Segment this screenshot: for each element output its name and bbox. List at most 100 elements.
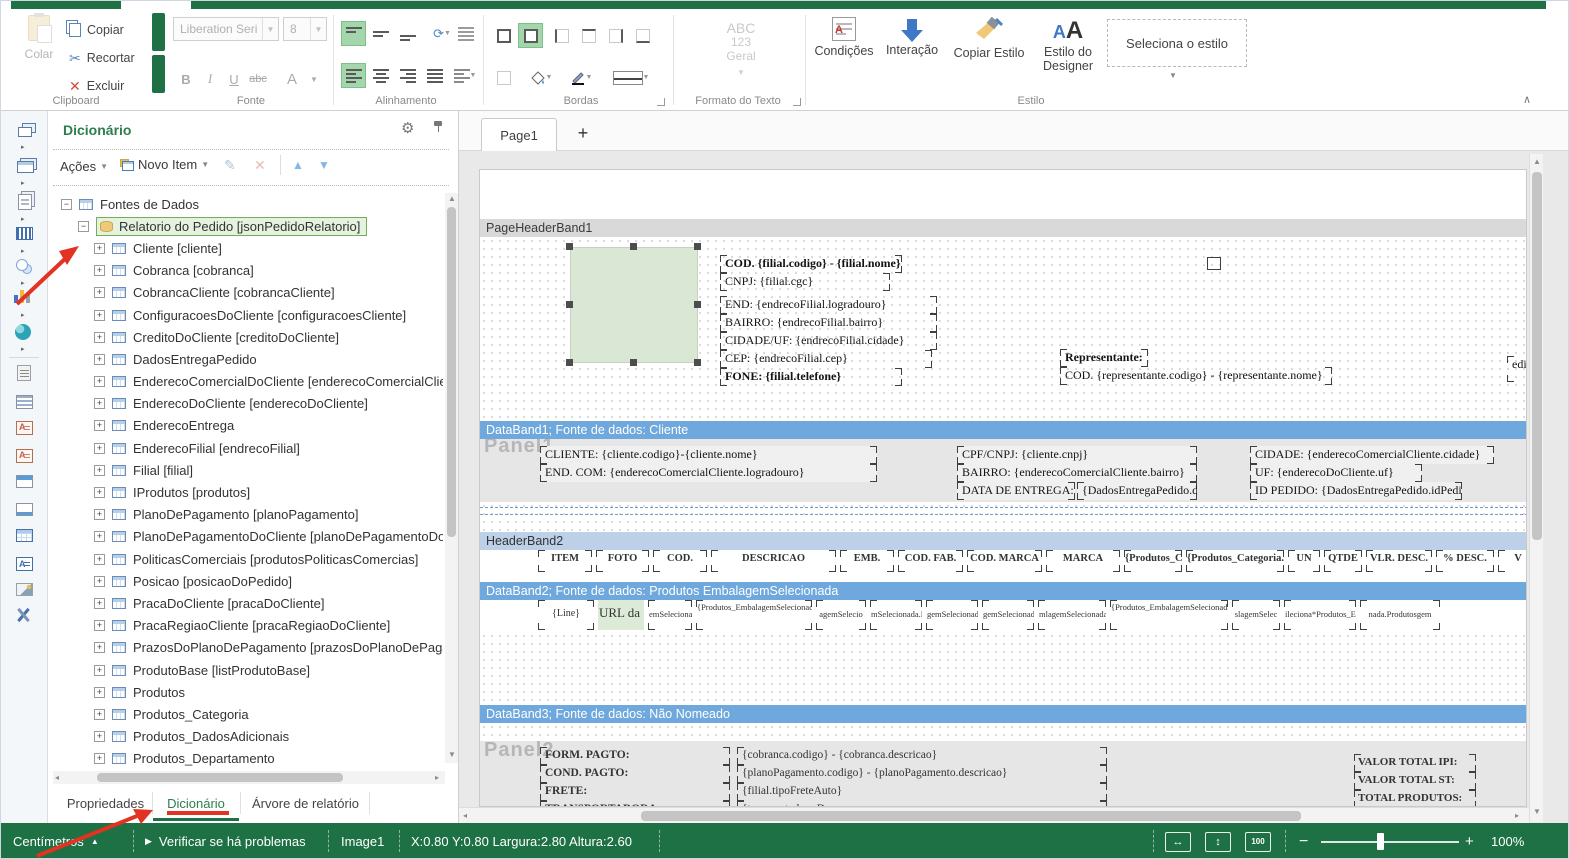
column-header-cell[interactable]: UN — [1288, 550, 1320, 572]
tree-item-row[interactable]: ConfiguracoesDoCliente [configuracoesCli… — [53, 304, 443, 326]
column-header-cell[interactable]: COD. MARCA — [967, 550, 1042, 572]
tree-item-label[interactable]: CobrancaCliente [cobrancaCliente] — [133, 285, 335, 300]
column-header-cell[interactable]: ITEM — [538, 550, 592, 572]
paste-button[interactable]: Colar — [15, 15, 63, 61]
tree-datasource-row[interactable]: Relatorio do Pedido [jsonPedidoRelatorio… — [53, 215, 443, 237]
data-cell[interactable]: gemSelecionada.Dad — [982, 600, 1034, 630]
tab-dictionary[interactable]: Dicionário — [153, 787, 239, 819]
align-left-button[interactable] — [341, 63, 366, 88]
tree-item-row[interactable]: ProdutoBase [listProdutoBase] — [53, 659, 443, 681]
line-spacing-button[interactable]: ▼ — [449, 63, 481, 88]
tree-item-label[interactable]: PlanoDePagamento [planoPagamento] — [133, 507, 359, 522]
data-cell[interactable]: {Line} — [538, 600, 594, 630]
bands-component-button[interactable] — [14, 123, 34, 141]
page-header-band-bar[interactable]: PageHeaderBand1 — [480, 219, 1527, 237]
delete-item-button[interactable]: ✕ — [254, 157, 266, 174]
conditions-button[interactable]: Condições — [813, 17, 875, 58]
tree-item-row[interactable]: CreditoDoCliente [creditoDoCliente] — [53, 326, 443, 348]
data-cell[interactable]: {Produtos_EmbalagemSelecionada.Fornecedo… — [1110, 600, 1228, 630]
data-cell[interactable]: {Produtos_EmbalagemSelecionada.Produtos.… — [696, 600, 812, 630]
column-header-cell[interactable]: QTDE — [1324, 550, 1362, 572]
html-text-component-button[interactable] — [14, 447, 34, 465]
resize-handle[interactable] — [694, 243, 701, 250]
units-selector[interactable]: Centímetros▲ — [13, 823, 99, 859]
text-field[interactable]: edi — [1507, 356, 1527, 382]
expand-icon[interactable] — [94, 376, 105, 387]
data-cell[interactable]: emSeleciona — [648, 600, 692, 630]
tools-component-button[interactable] — [14, 607, 32, 623]
border-right-button[interactable] — [603, 23, 628, 48]
tree-item-row[interactable]: PlanoDePagamentoDoCliente [planoDePagame… — [53, 526, 443, 548]
expand-icon[interactable] — [94, 598, 105, 609]
row-value[interactable]: {filial.tipoFreteAuto} — [737, 783, 1107, 801]
zoom-out-button[interactable]: − — [1299, 823, 1308, 859]
copy-button[interactable]: Copiar — [69, 23, 124, 37]
tree-item-row[interactable]: EnderecoEntrega — [53, 415, 443, 437]
tree-item-label[interactable]: Cobranca [cobranca] — [133, 263, 254, 278]
expand-icon[interactable] — [94, 287, 105, 298]
tree-item-row[interactable]: Produtos_Categoria — [53, 703, 443, 725]
tree-item-label[interactable]: Posicao [posicaoDoPedido] — [133, 574, 292, 589]
expand-icon[interactable] — [94, 332, 105, 343]
text-field[interactable]: COD. {filial.codigo} - {filial.nome} — [720, 255, 902, 273]
expand-icon[interactable] — [94, 709, 105, 720]
tree-item-label[interactable]: IProdutos [produtos] — [133, 485, 250, 500]
expand-icon[interactable] — [94, 420, 105, 431]
zoom-slider[interactable] — [1321, 841, 1459, 843]
barcode-component-button[interactable] — [14, 225, 34, 243]
tree-item-label[interactable]: Cliente [cliente] — [133, 241, 222, 256]
tree-item-row[interactable]: CobrancaCliente [cobrancaCliente] — [53, 282, 443, 304]
fit-page-width-button[interactable]: ↔ — [1165, 832, 1191, 852]
tree-item-row[interactable]: Filial [filial] — [53, 459, 443, 481]
border-all-button[interactable] — [491, 23, 516, 48]
border-left-button[interactable] — [549, 23, 574, 48]
move-up-button[interactable]: ▲ — [292, 158, 304, 172]
pin-icon[interactable] — [434, 121, 442, 132]
check-problems-button[interactable]: ▶ Verificar se há problemas — [145, 823, 306, 859]
data-cell[interactable]: URL da — [598, 600, 644, 630]
text-field[interactable]: Representante: — [1060, 349, 1148, 367]
data-cell[interactable]: gemSelecionada.Pro — [926, 600, 978, 630]
interaction-button[interactable]: Interação — [881, 17, 943, 57]
column-header-cell[interactable]: % DESC. — [1436, 550, 1494, 572]
column-header-cell[interactable]: COD. — [653, 550, 707, 572]
table-component-button[interactable] — [14, 527, 34, 545]
collapse-ribbon-button[interactable]: ∧ — [1523, 93, 1531, 106]
expand-icon[interactable] — [94, 554, 105, 565]
scrollbar-thumb[interactable] — [641, 811, 1301, 821]
resize-handle[interactable] — [694, 359, 701, 366]
scroll-right-icon[interactable]: ▸ — [435, 774, 439, 782]
word-wrap-button[interactable] — [453, 21, 478, 46]
total-label[interactable]: VALOR TOTAL ST: — [1354, 772, 1476, 790]
text-field[interactable]: CLIENTE: {cliente.codigo}-{cliente.nome} — [540, 446, 877, 464]
column-header-cell[interactable]: EMB. — [840, 550, 894, 572]
tree-item-label[interactable]: ProdutoBase [listProdutoBase] — [133, 663, 310, 678]
text-field[interactable]: END: {endrecoFilial.logradouro} — [720, 296, 937, 314]
tree-item-label[interactable]: PracaRegiaoCliente [pracaRegiaoDoCliente… — [133, 618, 390, 633]
tree-item-label[interactable]: Produtos — [133, 685, 185, 700]
scroll-up-icon[interactable]: ▲ — [1533, 158, 1541, 166]
tree-item-row[interactable]: PoliticasComerciais [produtosPoliticasCo… — [53, 548, 443, 570]
column-header-cell[interactable]: {Produtos_Categ — [1124, 550, 1182, 572]
tree-item-label[interactable]: DadosEntregaPedido — [133, 352, 257, 367]
header-band2-bar[interactable]: HeaderBand2 — [480, 532, 1527, 550]
expand-icon[interactable] — [94, 465, 105, 476]
infographics-component-button[interactable] — [14, 193, 34, 211]
column-header-cell[interactable]: V — [1498, 550, 1527, 572]
tree-item-row[interactable]: EnderecoDoCliente [enderecoDoCliente] — [53, 393, 443, 415]
text-field[interactable]: CPF/CNPJ: {cliente.cnpj} — [957, 446, 1197, 464]
tree-item-row[interactable]: EnderecoComercialDoCliente [enderecoCome… — [53, 371, 443, 393]
resize-handle[interactable] — [694, 301, 701, 308]
tree-root-row[interactable]: Fontes de Dados — [53, 193, 443, 215]
resize-handle[interactable] — [630, 359, 637, 366]
row-value[interactable]: {planoPagamento.codigo} - {planoPagament… — [737, 765, 1107, 783]
borders-dialog-launcher-icon[interactable] — [657, 98, 665, 106]
font-size-select[interactable]: 8▼ — [283, 17, 327, 41]
resize-handle[interactable] — [630, 243, 637, 250]
data-cell[interactable]: ileciona*Produtos_Embala — [1284, 600, 1356, 630]
edit-item-button[interactable]: ✎ — [224, 157, 240, 173]
row-label[interactable]: FRETE: — [540, 783, 730, 801]
gear-icon[interactable]: ⚙ — [401, 119, 414, 137]
text-field[interactable]: END. COM: {enderecoComercialCliente.logr… — [540, 464, 877, 482]
tab-properties[interactable]: Propriedades — [58, 787, 153, 819]
